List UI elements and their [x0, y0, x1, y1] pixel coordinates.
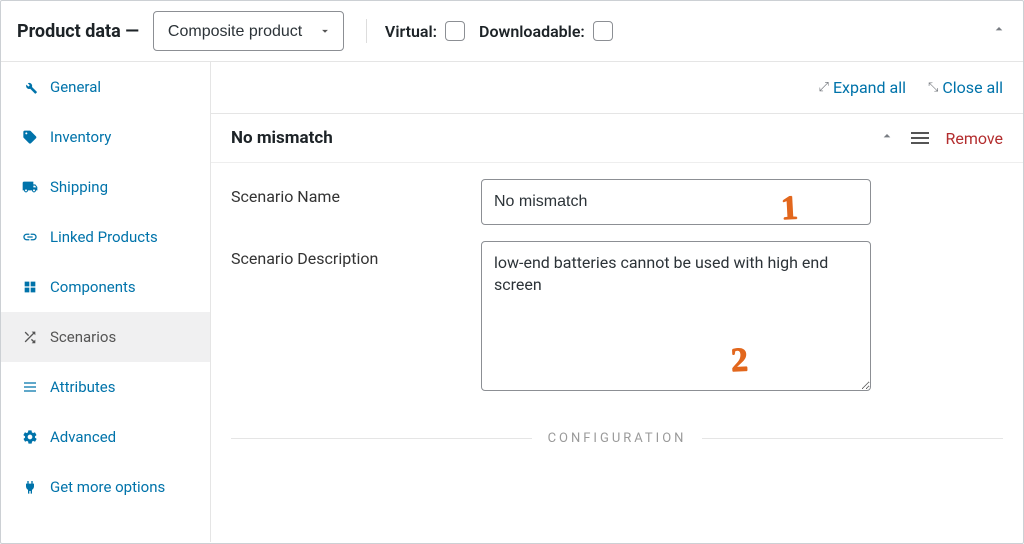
- remove-scenario-link[interactable]: Remove: [945, 129, 1003, 148]
- sidebar-item-scenarios[interactable]: Scenarios: [1, 312, 210, 362]
- scenario-description-label: Scenario Description: [231, 241, 451, 395]
- scenario-name-label: Scenario Name: [231, 179, 451, 225]
- expand-all-link[interactable]: ⤢ Expand all: [819, 78, 906, 97]
- triangle-up-icon: [879, 128, 895, 144]
- configuration-heading: CONFIGURATION: [548, 431, 687, 446]
- virtual-toggle[interactable]: Virtual:: [385, 21, 465, 41]
- scenario-name-input[interactable]: [481, 179, 871, 225]
- truck-icon: [22, 179, 40, 195]
- sidebar-item-get-more-options[interactable]: Get more options: [1, 462, 210, 512]
- sidebar-item-linked-products[interactable]: Linked Products: [1, 212, 210, 262]
- product-type-select[interactable]: Composite product: [153, 11, 344, 51]
- downloadable-checkbox[interactable]: [593, 21, 613, 41]
- panel-header: Product data — Composite product Virtual…: [1, 1, 1023, 62]
- triangle-up-icon: [991, 21, 1007, 37]
- scenario-header: No mismatch Remove: [211, 114, 1023, 163]
- wrench-icon: [22, 79, 40, 95]
- sidebar-item-shipping[interactable]: Shipping: [1, 162, 210, 212]
- list-icon: [22, 379, 40, 395]
- link-icon: [22, 229, 40, 245]
- sidebar-item-label: Components: [50, 278, 136, 296]
- sidebar-item-label: General: [50, 78, 101, 96]
- close-all-label: Close all: [942, 78, 1003, 97]
- sidebar-item-general[interactable]: General: [1, 62, 210, 112]
- scenario-collapse-toggle[interactable]: [879, 128, 895, 148]
- shuffle-icon: [22, 329, 40, 345]
- panel-collapse-toggle[interactable]: [991, 21, 1007, 41]
- separator: [366, 19, 367, 43]
- sidebar-item-advanced[interactable]: Advanced: [1, 412, 210, 462]
- content-toolbar: ⤢ Expand all ⤡ Close all: [211, 62, 1023, 113]
- sidebar-item-label: Shipping: [50, 178, 108, 196]
- content-area: ⤢ Expand all ⤡ Close all No mismatch: [211, 62, 1023, 542]
- sidebar-item-label: Scenarios: [50, 328, 116, 346]
- scenario-description-input[interactable]: [481, 241, 871, 391]
- sidebar-item-label: Advanced: [50, 428, 116, 446]
- sidebar-item-inventory[interactable]: Inventory: [1, 112, 210, 162]
- sidebar-item-attributes[interactable]: Attributes: [1, 362, 210, 412]
- gear-icon: [22, 429, 40, 445]
- sidebar-item-components[interactable]: Components: [1, 262, 210, 312]
- drag-handle[interactable]: [909, 130, 931, 146]
- downloadable-label: Downloadable:: [479, 22, 585, 41]
- panel-title: Product data —: [17, 21, 139, 42]
- virtual-label: Virtual:: [385, 22, 437, 41]
- tag-icon: [22, 129, 40, 145]
- sidebar-item-label: Attributes: [50, 378, 116, 396]
- scenario-block: No mismatch Remove Scenario Name: [211, 113, 1023, 466]
- components-icon: [22, 279, 40, 295]
- plug-icon: [22, 479, 40, 495]
- expand-all-label: Expand all: [833, 78, 906, 97]
- close-all-link[interactable]: ⤡ Close all: [928, 78, 1003, 97]
- sidebar-item-label: Linked Products: [50, 228, 158, 246]
- scenario-title: No mismatch: [231, 128, 865, 148]
- sidebar: General Inventory Shipping Linked Produc…: [1, 62, 211, 542]
- sidebar-item-label: Inventory: [50, 128, 111, 146]
- downloadable-toggle[interactable]: Downloadable:: [479, 21, 613, 41]
- configuration-divider: CONFIGURATION: [211, 411, 1023, 466]
- virtual-checkbox[interactable]: [445, 21, 465, 41]
- sidebar-item-label: Get more options: [50, 478, 165, 496]
- collapse-icon: ⤡: [928, 80, 938, 95]
- product-data-panel: Product data — Composite product Virtual…: [0, 0, 1024, 544]
- expand-icon: ⤢: [819, 80, 829, 95]
